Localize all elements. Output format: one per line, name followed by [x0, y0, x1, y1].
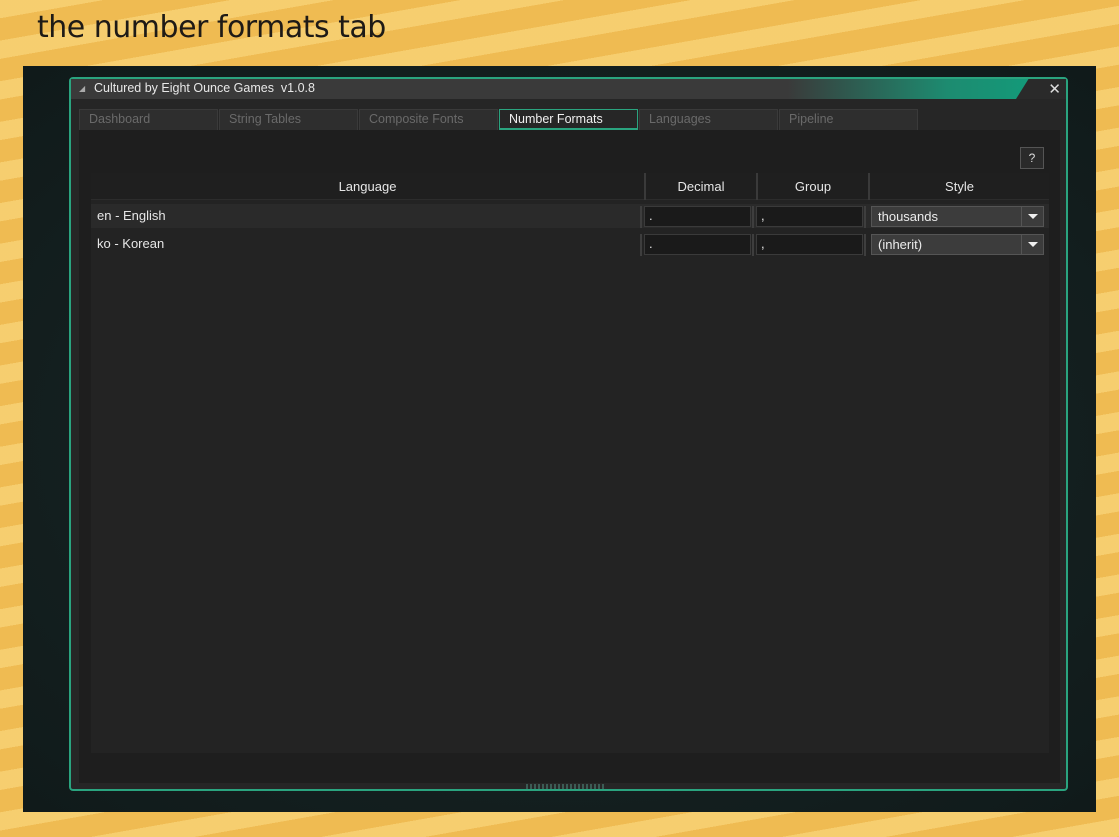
decimal-input[interactable]: .: [644, 206, 751, 227]
chevron-down-icon[interactable]: [1021, 207, 1043, 226]
column-divider: [640, 234, 642, 256]
column-divider: [752, 234, 754, 256]
column-header-group[interactable]: Group: [756, 173, 868, 200]
column-divider: [640, 206, 642, 228]
number-formats-panel: ? Language Decimal Group Style en - Engl…: [79, 130, 1060, 783]
table-header: Language Decimal Group Style: [91, 173, 1049, 200]
window-titlebar[interactable]: ◢ Cultured by Eight Ounce Games v1.0.8 ✕: [71, 79, 1066, 99]
group-input[interactable]: ,: [756, 206, 863, 227]
number-formats-table: Language Decimal Group Style en - Englis…: [91, 173, 1049, 753]
tab-pipeline[interactable]: Pipeline: [779, 109, 918, 130]
style-dropdown[interactable]: (inherit): [871, 234, 1044, 255]
tab-number-formats[interactable]: Number Formats: [499, 109, 638, 130]
column-divider: [864, 206, 866, 228]
window-title: Cultured by Eight Ounce Games v1.0.8: [94, 81, 315, 95]
table-row: en - English . , thousands: [91, 204, 1049, 228]
style-dropdown-value: thousands: [878, 209, 938, 224]
slide-heading: the number formats tab: [37, 10, 386, 45]
column-divider: [864, 234, 866, 256]
help-button[interactable]: ?: [1020, 147, 1044, 169]
tab-bar: Dashboard String Tables Composite Fonts …: [79, 109, 919, 131]
style-dropdown-value: (inherit): [878, 237, 923, 252]
collapse-icon[interactable]: ◢: [79, 84, 85, 93]
close-icon[interactable]: ✕: [1048, 80, 1061, 98]
tab-composite-fonts[interactable]: Composite Fonts: [359, 109, 498, 130]
language-cell: ko - Korean: [97, 236, 165, 251]
table-row: ko - Korean . , (inherit): [91, 232, 1049, 256]
column-header-style[interactable]: Style: [868, 173, 1049, 200]
column-header-decimal[interactable]: Decimal: [644, 173, 756, 200]
style-dropdown[interactable]: thousands: [871, 206, 1044, 227]
column-divider: [752, 206, 754, 228]
tab-languages[interactable]: Languages: [639, 109, 778, 130]
column-header-language[interactable]: Language: [91, 173, 644, 200]
tab-dashboard[interactable]: Dashboard: [79, 109, 218, 130]
chevron-down-icon[interactable]: [1021, 235, 1043, 254]
cultured-window: ◢ Cultured by Eight Ounce Games v1.0.8 ✕…: [69, 77, 1068, 791]
group-input[interactable]: ,: [756, 234, 863, 255]
decimal-input[interactable]: .: [644, 234, 751, 255]
resize-handle[interactable]: [526, 784, 606, 789]
language-cell: en - English: [97, 208, 166, 223]
tab-string-tables[interactable]: String Tables: [219, 109, 358, 130]
